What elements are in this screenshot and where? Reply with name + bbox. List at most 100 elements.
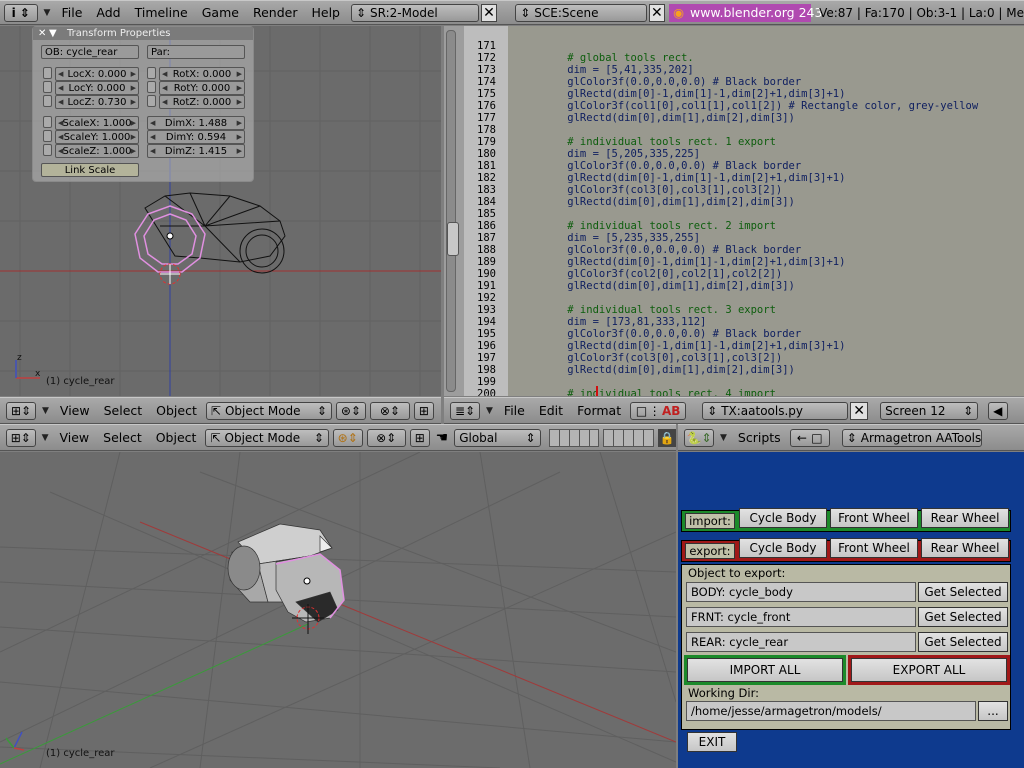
scalex-field[interactable]: ◀ ScaleX: 1.000 ▶ (55, 116, 139, 130)
code-line[interactable]: 188 glColor3f(0.0,0.0,0.0) # Black borde… (444, 244, 978, 256)
text-editor[interactable]: 171 172 # global tools rect. 173 dim = [5,… (444, 26, 1024, 396)
mode-selector[interactable]: ⇱ Object Mode ⇕ (205, 428, 329, 447)
code-line[interactable]: 193 # individual tools rect. 3 export (444, 304, 978, 316)
export-front-wheel-button[interactable]: Front Wheel (830, 538, 918, 558)
roty-field[interactable]: ◀ RotY: 0.000 ▶ (159, 81, 245, 95)
import-front-wheel-button[interactable]: Front Wheel (830, 508, 918, 528)
code-line[interactable]: 192 (444, 292, 978, 304)
text-block-selector[interactable]: ⇕ TX:aatools.py (702, 401, 849, 420)
code-line[interactable]: 173 dim = [5,41,335,202] (444, 64, 978, 76)
window-type-button[interactable]: ⊞⇕ (6, 401, 36, 420)
locy-field[interactable]: ◀ LocY: 0.000 ▶ (55, 81, 139, 95)
window-icon[interactable]: □ (811, 431, 822, 445)
code-line[interactable]: 198 glRectd(dim[0],dim[1],dim[2],dim[3]) (444, 364, 978, 376)
dimx-field[interactable]: ◀ DimX: 1.488 ▶ (147, 116, 245, 130)
code-line[interactable]: 190 glColor3f(col2[0],col2[1],col2[2]) (444, 268, 978, 280)
close-screen-button[interactable]: ✕ (480, 3, 498, 22)
code-line[interactable]: 196 glRectd(dim[0]-1,dim[1]-1,dim[2]+1,d… (444, 340, 978, 352)
export-rear-wheel-button[interactable]: Rear Wheel (921, 538, 1009, 558)
fullscreen-toggle[interactable]: □ ⋮ AB (630, 401, 687, 420)
code-line[interactable]: 187 dim = [5,235,335,255] (444, 232, 978, 244)
code-line[interactable]: 175 glRectd(dim[0]-1,dim[1]-1,dim[2]+1,d… (444, 88, 978, 100)
menu-game[interactable]: Game (195, 5, 246, 20)
draw-type-selector[interactable]: ⊛⇕ (332, 428, 363, 447)
screen-selector[interactable]: ⇕ SR:2-Model (350, 3, 479, 22)
menu-file[interactable]: File (54, 5, 89, 20)
code-line[interactable]: 179 # individual tools rect. 1 export (444, 136, 978, 148)
code-view[interactable]: 171 172 # global tools rect. 173 dim = [5,… (444, 40, 978, 396)
menu-timeline[interactable]: Timeline (128, 5, 195, 20)
collapse-triangle-icon[interactable]: ▼ (482, 406, 497, 416)
line-numbers-icon[interactable]: ⋮ (649, 404, 661, 418)
front-name-field[interactable]: FRNT: cycle_front (686, 607, 916, 627)
code-line[interactable]: 178 (444, 124, 978, 136)
fullscreen-icon[interactable]: □ (636, 404, 647, 418)
locz-field[interactable]: ◀ LocZ: 0.730 ▶ (55, 95, 139, 109)
code-line[interactable]: 200 # individual tools rect. 4 import (444, 388, 978, 396)
code-line[interactable]: 191 glRectd(dim[0],dim[1],dim[2],dim[3]) (444, 280, 978, 292)
panel-collapse-icon[interactable]: ▼ (49, 27, 57, 40)
working-dir-field[interactable]: /home/jesse/armagetron/models/ (686, 701, 976, 721)
window-type-button[interactable]: 🐍⇕ (684, 428, 714, 447)
parent-field[interactable]: Par: (147, 45, 245, 59)
lock-locx-icon[interactable] (43, 67, 52, 79)
syntax-ab-icon[interactable]: AB (662, 404, 680, 418)
import-all-button[interactable]: IMPORT ALL (687, 658, 843, 682)
scalez-field[interactable]: ◀ ScaleZ: 1.000 ▶ (55, 144, 139, 158)
object-name-field[interactable]: OB: cycle_rear (41, 45, 139, 59)
menu-add[interactable]: Add (89, 5, 127, 20)
code-line[interactable]: 176 glColor3f(col1[0],col1[1],col1[2]) #… (444, 100, 978, 112)
scene-selector[interactable]: ⇕ SCE:Scene (515, 3, 647, 22)
menu-object[interactable]: Object (149, 403, 204, 418)
layer-grid-1[interactable] (548, 428, 600, 447)
menu-render[interactable]: Render (246, 5, 305, 20)
lock-locy-icon[interactable] (43, 81, 52, 93)
menu-scripts[interactable]: Scripts (731, 430, 788, 445)
scaley-field[interactable]: ◀ ScaleY: 1.000 ▶ (55, 130, 139, 144)
menu-edit[interactable]: Edit (532, 403, 570, 418)
lock-scaley-icon[interactable] (43, 130, 52, 142)
script-nav-buttons[interactable]: ← □ (789, 428, 830, 447)
script-selector[interactable]: ⇕ Armagetron AATools (841, 428, 982, 447)
draw-type-selector[interactable]: ⊛⇕ (335, 401, 366, 420)
collapse-triangle-icon[interactable]: ▼ (40, 8, 55, 18)
viewport-bottom[interactable]: (1) cycle_rear (0, 452, 676, 768)
lock-locz-icon[interactable] (43, 95, 52, 107)
menu-file[interactable]: File (497, 403, 532, 418)
dimy-field[interactable]: ◀ DimY: 0.594 ▶ (147, 130, 245, 144)
rear-name-field[interactable]: REAR: cycle_rear (686, 632, 916, 652)
code-line[interactable]: 183 glColor3f(col3[0],col3[1],col3[2]) (444, 184, 978, 196)
lock-rotz-icon[interactable] (147, 95, 156, 107)
code-line[interactable]: 197 glColor3f(col3[0],col3[1],col3[2]) (444, 352, 978, 364)
mode-selector[interactable]: ⇱ Object Mode ⇕ (205, 401, 332, 420)
menu-view[interactable]: View (52, 430, 96, 445)
pivot-selector[interactable]: ⊗⇕ (369, 401, 410, 420)
collapse-triangle-icon[interactable]: ▼ (38, 406, 53, 416)
transform-orientation-selector[interactable]: Global ⇕ (454, 428, 541, 447)
rotz-field[interactable]: ◀ RotZ: 0.000 ▶ (159, 95, 245, 109)
menu-view[interactable]: View (53, 403, 97, 418)
exit-button[interactable]: EXIT (687, 732, 737, 752)
lock-rotx-icon[interactable] (147, 67, 156, 79)
close-icon[interactable]: ✕ (38, 27, 46, 40)
menu-format[interactable]: Format (570, 403, 628, 418)
menu-object[interactable]: Object (149, 430, 204, 445)
close-scene-button[interactable]: ✕ (648, 3, 666, 22)
window-type-button[interactable]: i ⇕ (4, 3, 38, 22)
browse-dir-button[interactable]: ... (978, 701, 1008, 721)
lock-roty-icon[interactable] (147, 81, 156, 93)
body-name-field[interactable]: BODY: cycle_body (686, 582, 916, 602)
code-line[interactable]: 185 (444, 208, 978, 220)
layer-buttons[interactable]: ⊞ (409, 428, 430, 447)
collapse-triangle-icon[interactable]: ▼ (716, 433, 731, 443)
pivot-selector[interactable]: ⊗⇕ (366, 428, 406, 447)
code-line[interactable]: 172 # global tools rect. (444, 52, 978, 64)
code-line[interactable]: 174 glColor3f(0.0,0.0,0.0) # Black borde… (444, 76, 978, 88)
locx-field[interactable]: ◀ LocX: 0.000 ▶ (55, 67, 139, 81)
get-selected-rear-button[interactable]: Get Selected (918, 632, 1008, 652)
code-line[interactable]: 171 (444, 40, 978, 52)
get-selected-body-button[interactable]: Get Selected (918, 582, 1008, 602)
window-type-button[interactable]: ≣⇕ (450, 401, 480, 420)
window-type-button[interactable]: ⊞⇕ (6, 428, 36, 447)
layer-buttons[interactable]: ⊞ (413, 401, 434, 420)
